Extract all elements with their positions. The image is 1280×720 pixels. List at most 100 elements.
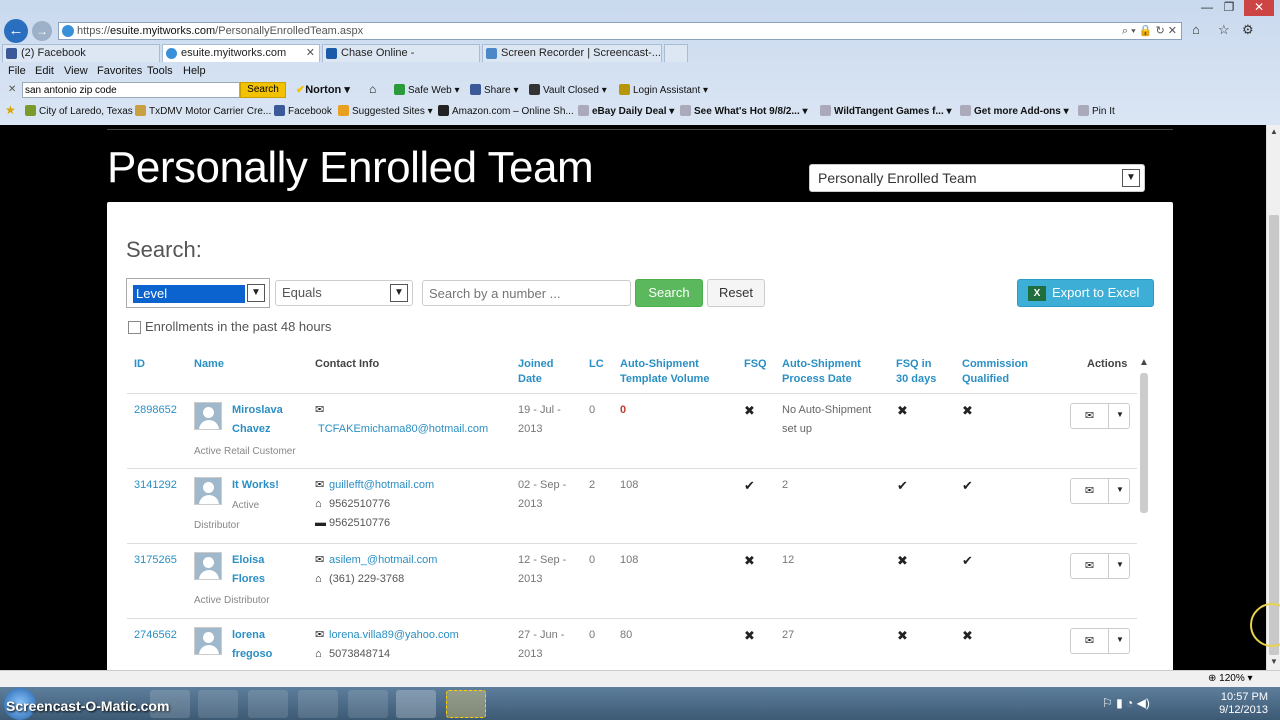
home-icon[interactable]: ⌂ [1192, 22, 1200, 37]
actions-dropdown-button[interactable]: ▼ [1110, 404, 1130, 428]
menu-tools[interactable]: Tools [147, 65, 173, 77]
scroll-up-icon[interactable]: ▲ [1139, 357, 1149, 368]
restore-icon[interactable]: ❐ [1218, 0, 1240, 16]
menu-edit[interactable]: Edit [35, 65, 54, 77]
equals-select[interactable]: Equals ▼ [275, 280, 413, 306]
close-tab-icon[interactable]: ✕ [306, 45, 315, 62]
actions-dropdown-button[interactable]: ▼ [1110, 479, 1130, 503]
scroll-thumb[interactable] [1269, 215, 1279, 655]
fav-amazon[interactable]: Amazon.com – Online Sh... [438, 105, 574, 117]
safe-web-button[interactable]: Safe Web ▾ [394, 84, 460, 96]
scroll-up-icon[interactable]: ▲ [1270, 127, 1278, 136]
new-tab-button[interactable] [664, 44, 688, 62]
email-action-button[interactable]: ✉ [1071, 554, 1109, 578]
folder-taskbar-icon[interactable] [150, 690, 190, 718]
process-date: 27 [782, 629, 795, 641]
search-icon[interactable]: ⌕ ▾ 🔒 ↻ ✕ [1122, 23, 1177, 39]
fav-txdmv[interactable]: TxDMV Motor Carrier Cre... [135, 105, 271, 117]
search-button[interactable]: Search [635, 279, 703, 307]
col-header-lc[interactable]: LC [589, 357, 604, 372]
safe-web-icon [394, 84, 405, 95]
reset-button[interactable]: Reset [707, 279, 765, 307]
fav-pinit[interactable]: Pin It [1078, 105, 1115, 117]
search-panel: Search: Level ▼ Equals ▼ Search Reset X … [107, 202, 1173, 670]
fav-laredo[interactable]: City of Laredo, Texas [25, 105, 133, 117]
fav-facebook[interactable]: Facebook [274, 105, 332, 117]
scroll-thumb[interactable] [1140, 373, 1148, 513]
col-header-fsq[interactable]: FSQ [744, 357, 767, 372]
minimize-icon[interactable]: — [1196, 0, 1218, 16]
tab-chase[interactable]: Chase Online - [322, 44, 480, 62]
hp-taskbar-icon[interactable] [248, 690, 288, 718]
menu-file[interactable]: File [8, 65, 26, 77]
joined-date: 27 - Jun -2013 [518, 629, 565, 660]
tab-esuite[interactable]: esuite.myitworks.com ✕ [162, 44, 320, 62]
share-button[interactable]: Share ▾ [470, 84, 519, 96]
col-header-process-date[interactable]: Auto-Shipment Process Date [782, 357, 861, 387]
itunes-taskbar-icon[interactable] [396, 690, 436, 718]
zoom-control[interactable]: ⊕ 120% ▾ [1208, 673, 1253, 684]
fav-addons[interactable]: Get more Add-ons ▾ [960, 105, 1069, 117]
member-id-link[interactable]: 2898652 [134, 401, 177, 420]
member-name-link[interactable]: Eloisa Flores [232, 551, 265, 589]
scroll-down-icon[interactable]: ▼ [1270, 657, 1278, 666]
email-link[interactable]: asilem_@hotmail.com [329, 554, 437, 566]
toolbar-search-button[interactable]: Search [240, 82, 286, 98]
tab-screencast[interactable]: Screen Recorder | Screencast-... [482, 44, 662, 62]
email-action-button[interactable]: ✉ [1071, 404, 1109, 428]
col-header-id[interactable]: ID [134, 357, 145, 372]
media-player-taskbar-icon[interactable] [198, 690, 238, 718]
fav-suggested[interactable]: Suggested Sites ▾ [338, 105, 433, 117]
col-header-joined[interactable]: Joined Date [518, 357, 553, 387]
level-select[interactable]: Level ▼ [126, 278, 270, 308]
back-button[interactable]: ← [4, 19, 28, 43]
member-id-link[interactable]: 3141292 [134, 476, 177, 495]
actions-dropdown-button[interactable]: ▼ [1110, 629, 1130, 653]
menu-help[interactable]: Help [183, 65, 206, 77]
actions-dropdown-button[interactable]: ▼ [1110, 554, 1130, 578]
chrome-taskbar-icon[interactable] [298, 690, 338, 718]
gear-icon[interactable]: ⚙ [1242, 22, 1254, 38]
col-header-commission[interactable]: Commission Qualified [962, 357, 1028, 387]
fav-ebay[interactable]: eBay Daily Deal ▾ [578, 105, 674, 117]
menu-favorites[interactable]: Favorites [97, 65, 142, 77]
norton-button[interactable]: ✔Norton ▾ [296, 83, 350, 96]
member-name-link[interactable]: Miroslava Chavez [232, 401, 283, 439]
col-header-fsq-30[interactable]: FSQ in 30 days [896, 357, 936, 387]
number-search-input[interactable] [422, 280, 631, 306]
tab-facebook[interactable]: (2) Facebook [2, 44, 160, 62]
address-bar[interactable]: https://esuite.myitworks.com/PersonallyE… [58, 22, 1182, 40]
login-assistant-button[interactable]: Login Assistant ▾ [619, 84, 708, 96]
email-link[interactable]: TCFAKEmichama80@hotmail.com [318, 423, 488, 435]
table-scrollbar[interactable]: ▲ [1137, 355, 1151, 670]
col-header-template-volume[interactable]: Auto-Shipment Template Volume [620, 357, 709, 387]
team-select[interactable]: Personally Enrolled Team ▼ [809, 164, 1145, 192]
screencast-taskbar-icon[interactable] [446, 690, 486, 718]
notepad-taskbar-icon[interactable] [348, 690, 388, 718]
email-link[interactable]: lorena.villa89@yahoo.com [329, 629, 459, 641]
close-icon[interactable]: ✕ [1244, 0, 1274, 16]
col-header-name[interactable]: Name [194, 357, 224, 372]
tray-icons[interactable]: ⚐ ▮ ◔ ◀) [1102, 696, 1150, 710]
member-name-link[interactable]: It Works! [232, 476, 279, 495]
email-link[interactable]: guillefft@hotmail.com [329, 479, 434, 491]
vault-button[interactable]: Vault Closed ▾ [529, 84, 607, 96]
page-scrollbar[interactable]: ▲ ▼ [1266, 125, 1280, 670]
favorites-star-icon[interactable]: ☆ [1218, 22, 1230, 38]
member-id-link[interactable]: 2746562 [134, 626, 177, 645]
clock[interactable]: 10:57 PM 9/12/2013 [1219, 691, 1268, 717]
fav-whats-hot[interactable]: See What's Hot 9/8/2... ▾ [680, 105, 808, 117]
enrollments-48h-checkbox[interactable] [128, 321, 141, 334]
export-excel-button[interactable]: X Export to Excel [1017, 279, 1154, 307]
home-icon[interactable]: ⌂ [369, 82, 376, 96]
close-toolbar-icon[interactable]: ✕ [8, 84, 16, 95]
member-name-link[interactable]: lorena fregoso [232, 626, 272, 664]
toolbar-search-input[interactable] [22, 82, 240, 98]
member-id-link[interactable]: 3175265 [134, 551, 177, 570]
favorites-star-icon[interactable]: ★ [5, 103, 16, 117]
email-action-button[interactable]: ✉ [1071, 629, 1109, 653]
fav-wildtangent[interactable]: WildTangent Games f... ▾ [820, 105, 952, 117]
menu-view[interactable]: View [64, 65, 88, 77]
email-action-button[interactable]: ✉ [1071, 479, 1109, 503]
forward-button[interactable]: → [32, 21, 52, 41]
